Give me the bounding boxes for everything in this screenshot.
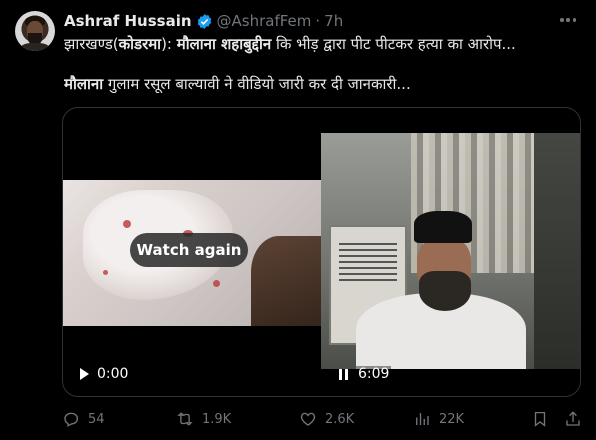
video2-time: 6:09	[356, 366, 392, 382]
thumbnail-stain	[123, 220, 131, 228]
author-handle[interactable]: @AshrafFem	[217, 12, 312, 30]
pause-icon[interactable]	[339, 368, 348, 380]
thumbnail-stain	[103, 270, 108, 275]
video2-controls: 6:09	[339, 362, 392, 386]
thumbnail-cap	[414, 211, 472, 243]
video-thumbnail-2[interactable]	[321, 133, 580, 369]
share-icon	[566, 411, 580, 426]
tweet-text-line2: मौलाना गुलाम रसूल बाल्यावी ने वीडियो जार…	[64, 74, 574, 94]
more-dot	[560, 18, 564, 22]
views-button[interactable]: 22K	[413, 408, 464, 430]
more-icon[interactable]	[558, 10, 578, 30]
text-bold-location: कोडरमा	[118, 35, 162, 53]
text-part: कि भीड़ द्वारा पीट पीटकर हत्या का आरोप..…	[271, 35, 516, 53]
verified-badge-icon	[197, 13, 211, 29]
like-button[interactable]: 2.6K	[299, 408, 354, 430]
watch-again-button[interactable]: Watch again	[130, 233, 248, 267]
heart-icon	[300, 412, 316, 426]
share-button[interactable]	[564, 408, 582, 430]
bookmark-icon	[534, 411, 546, 427]
text-part: गुलाम रसूल बाल्यावी ने वीडियो जारी कर दी…	[103, 75, 411, 93]
more-dot	[566, 18, 570, 22]
pause-bar	[345, 368, 348, 380]
tweet-text-line1: झारखण्ड(कोडरमा): मौलाना शहाबुद्दीन कि भी…	[64, 34, 574, 54]
text-part: ):	[161, 35, 177, 53]
reply-button[interactable]: 54	[62, 408, 105, 430]
thumbnail-side-panel	[534, 133, 580, 369]
repost-button[interactable]: 1.9K	[176, 408, 231, 430]
thumbnail-skin	[251, 236, 321, 326]
reply-icon	[64, 412, 79, 427]
tweet-time[interactable]: 7h	[324, 12, 343, 30]
thumbnail-stain	[213, 280, 220, 287]
views-count: 22K	[439, 411, 465, 427]
text-bold-title: मौलाना	[64, 75, 104, 93]
text-part: झारखण्ड(	[64, 35, 119, 53]
like-count: 2.6K	[325, 411, 355, 427]
text-bold-name: मौलाना शहाबुद्दीन	[176, 35, 272, 53]
tweet-header: Ashraf Hussain @AshrafFem · 7h	[64, 11, 343, 31]
thumbnail-beard	[419, 271, 471, 311]
avatar[interactable]	[15, 11, 55, 51]
video1-controls: 0:00	[80, 362, 128, 386]
reply-count: 54	[88, 411, 105, 427]
bookmark-button[interactable]	[531, 408, 549, 430]
author-name[interactable]: Ashraf Hussain	[64, 12, 192, 30]
repost-icon	[177, 412, 193, 426]
views-icon	[416, 413, 429, 425]
header-separator: ·	[315, 12, 321, 30]
video1-time: 0:00	[97, 366, 129, 382]
pause-bar	[339, 368, 342, 380]
avatar-body	[20, 43, 50, 51]
repost-count: 1.9K	[202, 411, 232, 427]
action-bar: 54 1.9K 2.6K 22K	[62, 408, 582, 430]
more-dot	[572, 18, 576, 22]
play-icon[interactable]	[80, 368, 89, 380]
